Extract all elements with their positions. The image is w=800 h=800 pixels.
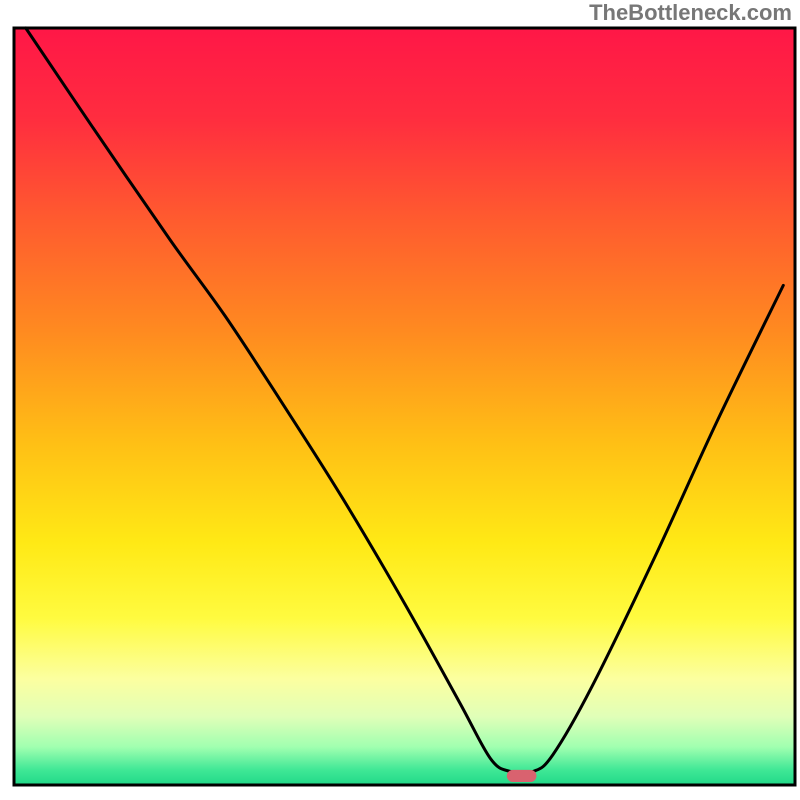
optimal-marker	[507, 770, 537, 782]
bottleneck-chart: TheBottleneck.com	[0, 0, 800, 800]
chart-canvas	[0, 0, 800, 800]
plot-background	[14, 28, 795, 785]
watermark-text: TheBottleneck.com	[589, 0, 792, 26]
